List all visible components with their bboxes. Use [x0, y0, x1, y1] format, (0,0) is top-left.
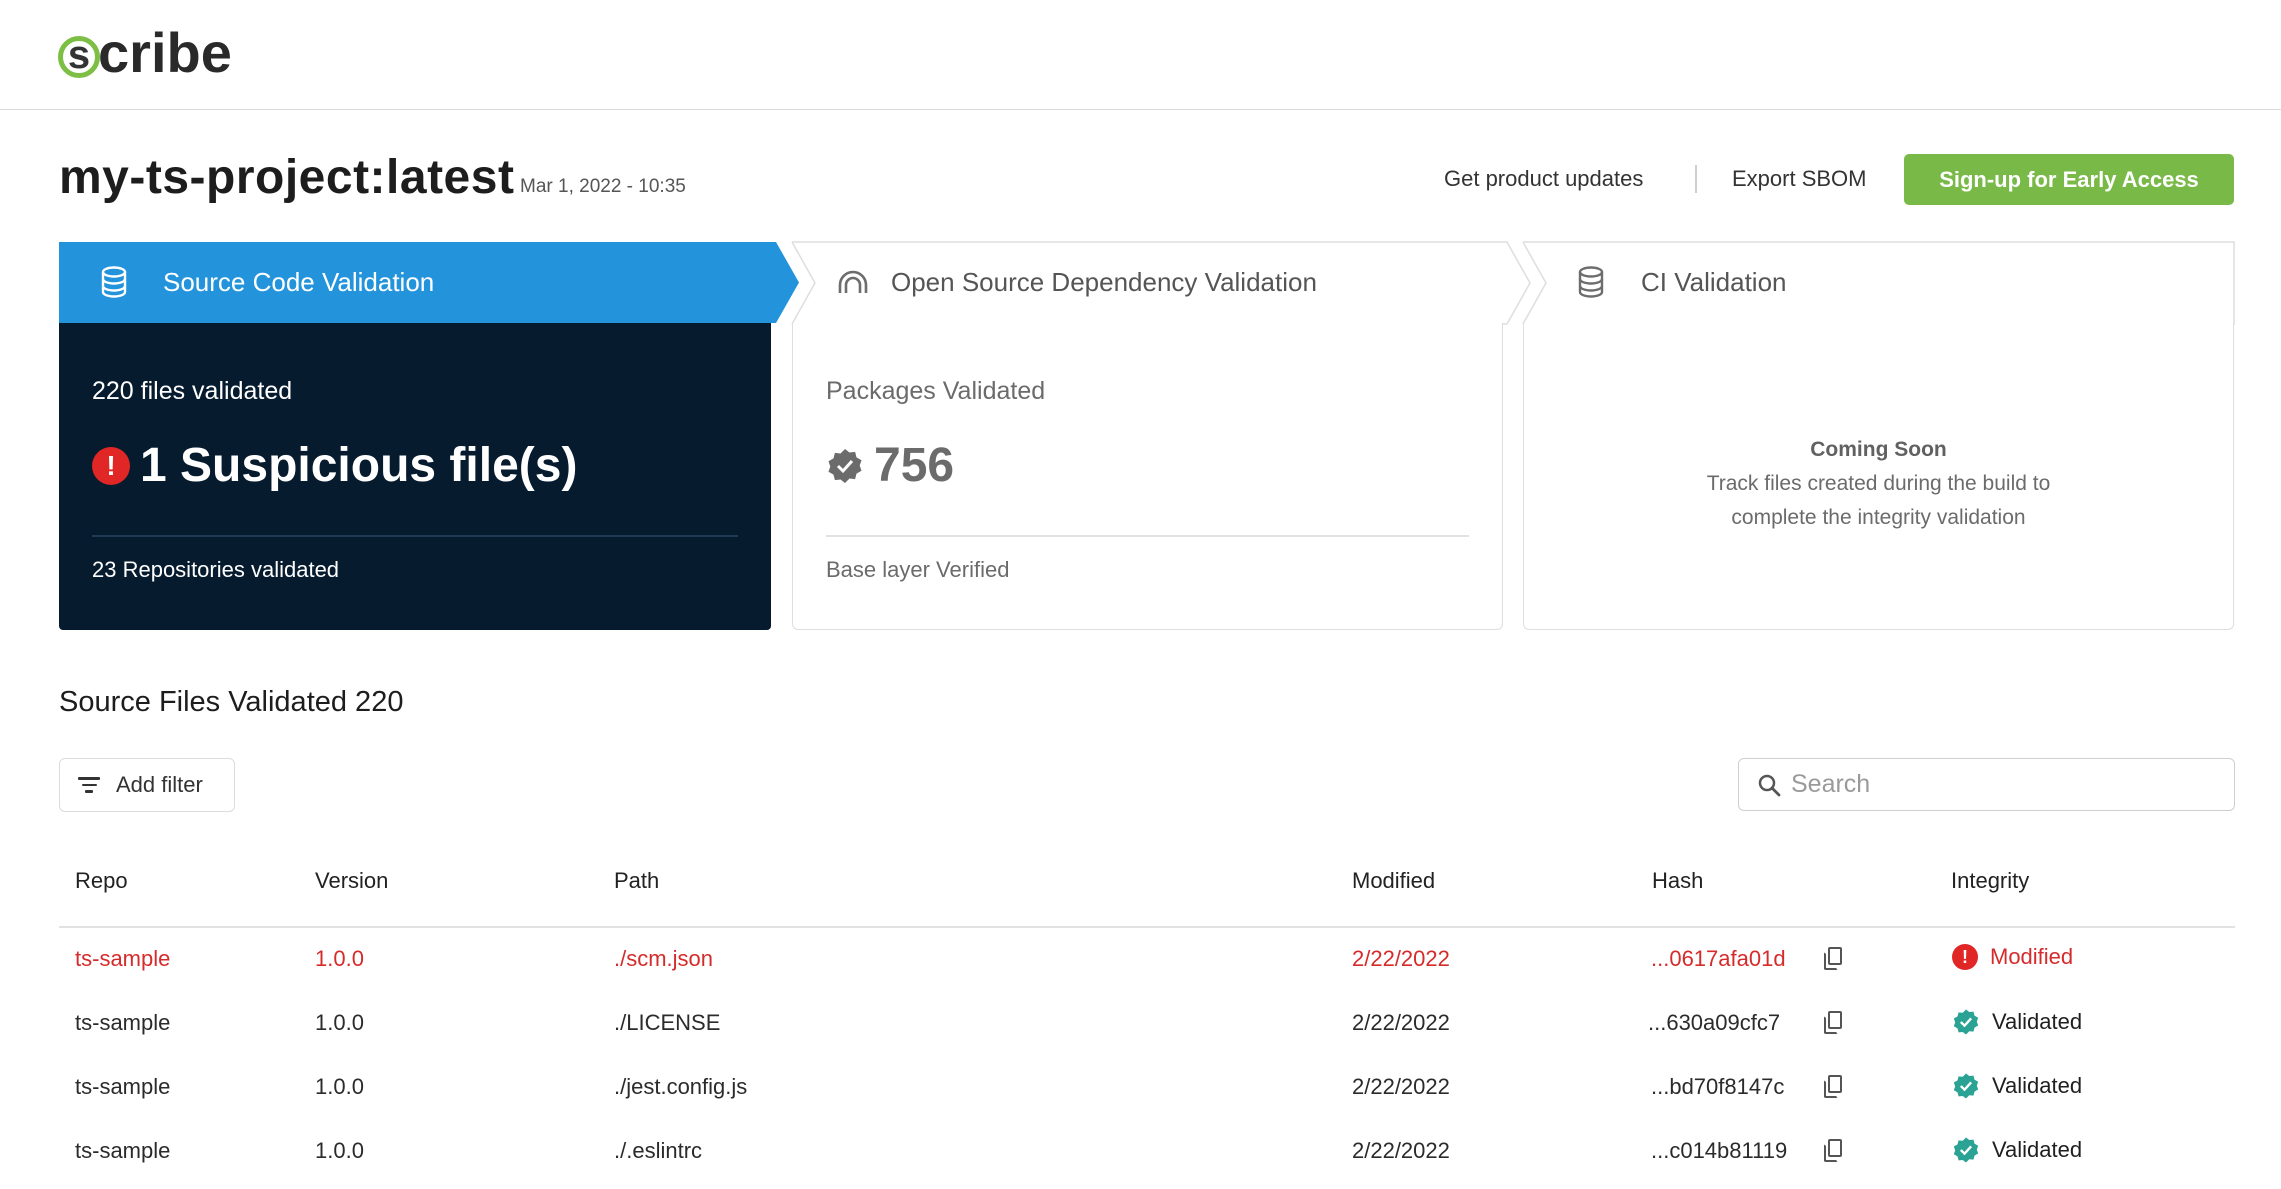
integrity-label: Validated	[1992, 1073, 2083, 1098]
database-icon	[1574, 265, 1608, 299]
packages-validated-heading: Packages Validated	[826, 377, 1046, 405]
tab-label: Source Code Validation	[163, 267, 435, 297]
cell-modified: 2/22/2022	[1352, 1074, 1450, 1099]
column-header-version[interactable]: Version	[315, 868, 388, 894]
early-access-button[interactable]: Sign-up for Early Access	[1904, 154, 2234, 205]
coming-soon-line-2: complete the integrity validation	[1731, 506, 2026, 529]
integrity-label: Validated	[1992, 1137, 2083, 1162]
verified-badge-icon	[826, 447, 864, 485]
source-code-panel: 220 files validated ! 1 Suspicious file(…	[59, 323, 771, 630]
cell-repo: ts-sample	[75, 1010, 171, 1035]
integrity-status: Validated	[1952, 1136, 2082, 1164]
page-title: my-ts-project:latest	[59, 151, 515, 204]
export-sbom-link[interactable]: Export SBOM	[1732, 166, 1866, 192]
cell-modified: 2/22/2022	[1352, 1010, 1450, 1035]
integrity-status: Validated	[1952, 1008, 2082, 1036]
top-bar: s cribe	[0, 0, 2281, 110]
filter-icon	[78, 777, 100, 793]
header-divider	[1695, 165, 1697, 193]
suspicious-files-summary[interactable]: ! 1 Suspicious file(s)	[92, 438, 577, 493]
scribe-logo[interactable]: s cribe	[58, 18, 232, 88]
tab-source-code-validation[interactable]: Source Code Validation	[59, 242, 799, 323]
search-icon	[1757, 773, 1781, 797]
cell-hash: ...0617afa01d	[1651, 946, 1786, 971]
cell-path: ./jest.config.js	[614, 1074, 748, 1099]
cell-path: ./scm.json	[614, 946, 714, 971]
search-box[interactable]	[1738, 758, 2235, 811]
cell-hash: ...c014b81119	[1651, 1138, 1788, 1163]
packages-count: 756	[826, 438, 954, 493]
add-filter-button[interactable]: Add filter	[59, 758, 235, 812]
verified-badge-icon	[1952, 1008, 1980, 1036]
cell-version: 1.0.0	[315, 1138, 364, 1163]
cell-modified: 2/22/2022	[1352, 1138, 1450, 1163]
column-header-hash[interactable]: Hash	[1652, 868, 1703, 894]
copy-icon[interactable]	[1824, 1011, 1844, 1035]
cell-version: 1.0.0	[315, 946, 364, 971]
dependency-panel: Packages Validated 756 Base layer Verifi…	[792, 323, 1503, 630]
add-filter-label: Add filter	[116, 772, 203, 797]
search-input[interactable]	[1791, 770, 2211, 799]
cell-modified: 2/22/2022	[1352, 946, 1450, 971]
cell-hash: ...630a09cfc7	[1648, 1010, 1781, 1035]
integrity-label: Validated	[1992, 1009, 2083, 1034]
copy-icon[interactable]	[1824, 947, 1844, 971]
ci-panel: Coming Soon Track files created during t…	[1523, 323, 2234, 630]
cell-version: 1.0.0	[315, 1010, 364, 1035]
column-header-integrity[interactable]: Integrity	[1951, 868, 2029, 894]
cell-path: ./.eslintrc	[614, 1138, 703, 1163]
column-header-path[interactable]: Path	[614, 868, 659, 894]
page-timestamp: Mar 1, 2022 - 10:35	[520, 176, 686, 197]
files-validated-text: 220 files validated	[92, 377, 293, 405]
cell-path: ./LICENSE	[614, 1010, 721, 1035]
verified-badge-icon	[1952, 1136, 1980, 1164]
tab-open-source-dependency-validation[interactable]: Open Source Dependency Validation	[792, 242, 1532, 323]
cell-version: 1.0.0	[315, 1074, 364, 1099]
tab-ci-validation[interactable]: CI Validation	[1523, 242, 2234, 323]
table-title: Source Files Validated 220	[59, 686, 404, 718]
cell-hash: ...bd70f8147c	[1651, 1074, 1785, 1099]
logo-s-mark: s	[58, 35, 100, 78]
panel-divider	[826, 535, 1469, 537]
database-icon	[97, 265, 131, 299]
alert-icon: !	[92, 446, 130, 485]
table-header-divider	[59, 926, 2235, 928]
packages-count-value: 756	[874, 439, 955, 492]
coming-soon-block: Coming Soon Track files created during t…	[1524, 433, 2233, 535]
tab-label: CI Validation	[1641, 267, 1787, 297]
verified-badge-icon	[1952, 1072, 1980, 1100]
logo-text: cribe	[98, 21, 232, 84]
integrity-label: Modified	[1990, 944, 2074, 969]
cell-repo: ts-sample	[75, 1074, 171, 1099]
integrity-status: ! Modified	[1952, 944, 2073, 970]
integrity-status: Validated	[1952, 1072, 2082, 1100]
base-layer-text: Base layer Verified	[826, 557, 1010, 582]
repositories-validated-text: 23 Repositories validated	[92, 557, 340, 582]
cell-repo: ts-sample	[75, 1138, 171, 1163]
copy-icon[interactable]	[1824, 1075, 1844, 1099]
suspicious-files-label: 1 Suspicious file(s)	[140, 439, 578, 492]
panel-divider	[92, 535, 738, 537]
product-updates-link[interactable]: Get product updates	[1444, 166, 1643, 192]
cell-repo: ts-sample	[75, 946, 171, 971]
column-header-modified[interactable]: Modified	[1352, 868, 1435, 894]
alert-icon: !	[1952, 944, 1978, 970]
tab-label: Open Source Dependency Validation	[891, 267, 1317, 297]
rainbow-arch-icon	[836, 265, 870, 299]
column-header-repo[interactable]: Repo	[75, 868, 128, 894]
coming-soon-title: Coming Soon	[1810, 438, 1947, 461]
copy-icon[interactable]	[1824, 1139, 1844, 1163]
coming-soon-line-1: Track files created during the build to	[1706, 472, 2051, 495]
